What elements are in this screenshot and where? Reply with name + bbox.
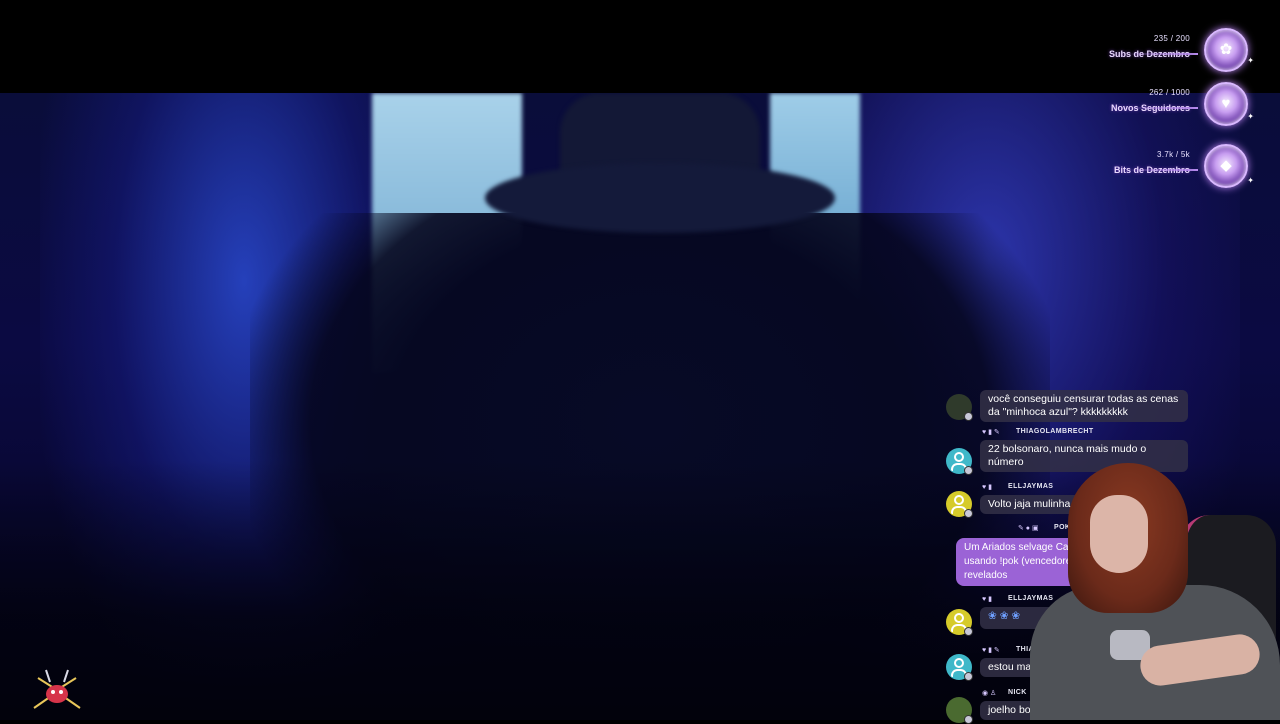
bits-gem-icon: ◆	[1220, 157, 1232, 174]
hat-brim	[485, 163, 835, 233]
emote-icon: ❀ ❀ ❀	[988, 610, 1021, 622]
avatar	[946, 394, 973, 421]
goal-followers: 262 / 1000 Novos Seguidores ♥ ✦	[1088, 82, 1254, 128]
sparkle-icon: ✦	[1247, 176, 1254, 185]
heart-icon: ♥	[1221, 95, 1231, 112]
goal-bits-bar	[1128, 169, 1198, 171]
chat-username: THIAGOLAMBRECHT	[1016, 428, 1094, 435]
streamer-webcam	[1020, 455, 1280, 720]
goal-bits: 3.7k / 5k Bits de Dezembro ◆ ✦	[1088, 144, 1254, 190]
goal-bits-count: 3.7k / 5k	[1157, 150, 1190, 159]
chat-message-text: você conseguiu censurar todas as cenas d…	[980, 390, 1188, 422]
badge-icons: ♥ ▮	[982, 484, 992, 491]
ariados-spider-icon	[33, 669, 81, 709]
badge-icons: ◉ ♙	[982, 690, 997, 697]
badge-icons: ♥ ▮ ✎	[982, 429, 1000, 436]
badge-icons: ♥ ▮ ✎	[982, 647, 1000, 654]
goal-subs-count: 235 / 200	[1153, 34, 1190, 43]
goal-followers-count: 262 / 1000	[1149, 88, 1190, 97]
sparkle-icon: ✦	[1247, 56, 1254, 65]
streamer-face	[1090, 495, 1148, 573]
avatar	[946, 697, 973, 724]
avatar	[946, 609, 973, 636]
goal-subs-badge: ✿	[1204, 28, 1248, 72]
flower-icon: ✿	[1219, 41, 1233, 58]
avatar	[946, 654, 973, 681]
goal-bits-badge: ◆	[1204, 144, 1248, 188]
goal-followers-bar	[1128, 107, 1198, 109]
sparkle-icon: ✦	[1247, 112, 1254, 121]
avatar	[946, 448, 973, 475]
badge-icons: ♥ ▮	[982, 596, 992, 603]
goal-followers-badge: ♥	[1204, 82, 1248, 126]
goal-subs-bar	[1128, 53, 1198, 55]
goal-subs: 235 / 200 Subs de Dezembro ✿ ✦	[1088, 28, 1254, 74]
avatar	[946, 491, 973, 518]
